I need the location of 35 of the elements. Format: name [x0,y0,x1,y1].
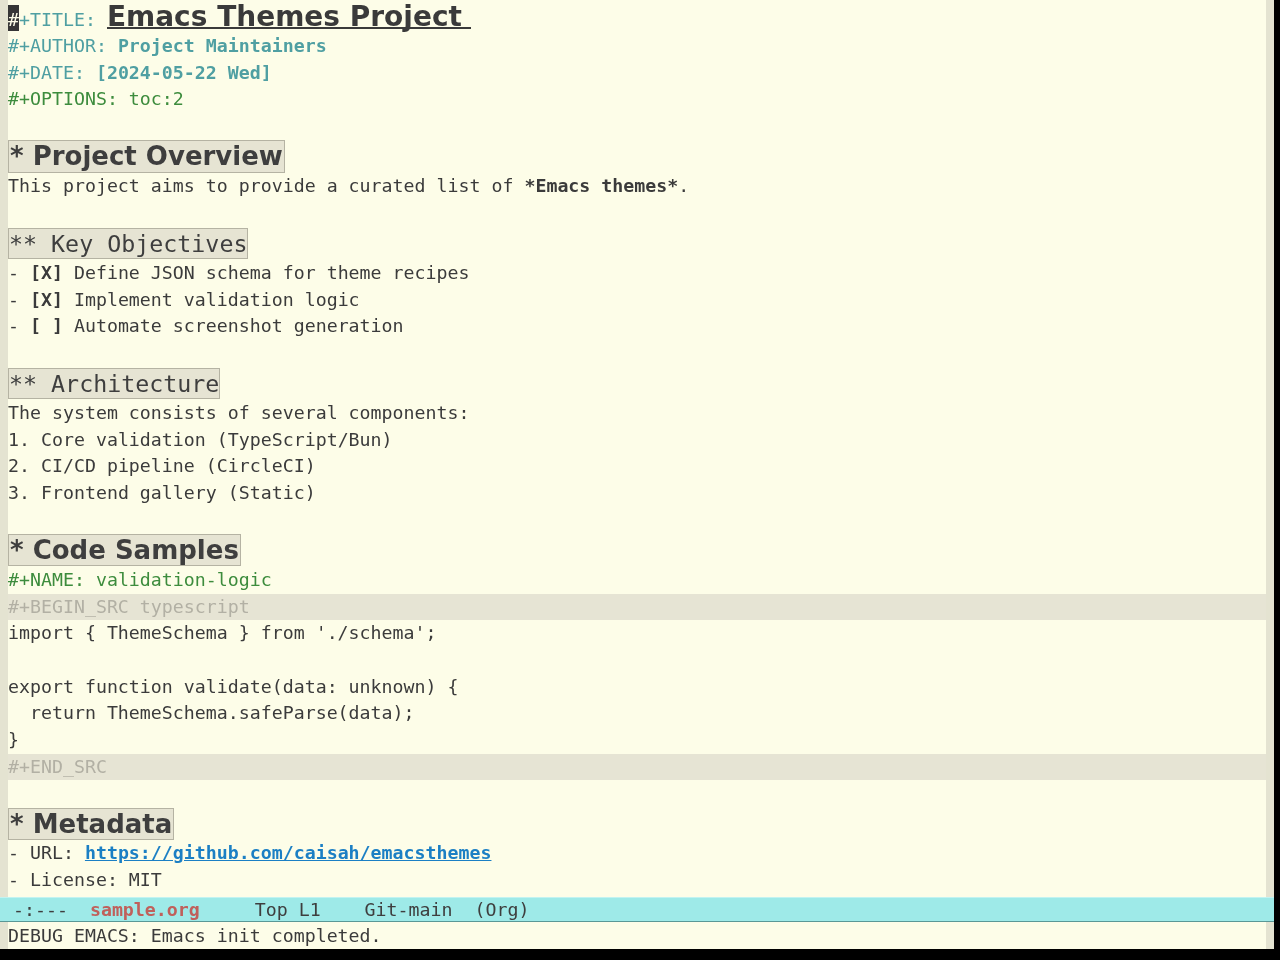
keyword-label: #+OPTIONS: [8,88,118,110]
major-mode[interactable]: (Org) [474,899,530,920]
list-item-text: 2. CI/CD pipeline (CircleCI) [8,455,316,477]
text-cursor: # [8,5,19,31]
keyword-value: Project Maintainers [117,35,327,56]
keyword-label: #+NAME: [8,568,85,590]
echo-area-message: DEBUG EMACS: Emacs init completed. [8,925,382,946]
keyword-label: #+DATE: [8,61,85,83]
heading: * Code Samples [8,534,241,567]
heading: * Project Overview [8,140,285,173]
paragraph-text: The system consists of several components: [8,402,470,424]
paragraph-text: This project aims to provide a curated list of *Emacs themes*. [8,175,690,197]
code-line: return ThemeSchema.safeParse(data); [28,702,415,724]
keyword-value: validation-logic [95,568,272,590]
code-line: } [8,729,19,750]
subheading: ** Architecture [8,367,221,400]
code-line: import { ThemeSchema } from './schema'; [8,622,437,644]
checklist-item: - [X] Implement validation logic [8,288,360,310]
cursor-position: Top L1 [254,899,321,920]
subheading: ** Key Objectives [8,227,249,259]
keyword-label: #+AUTHOR: [8,35,107,56]
list-item-text: - URL: [8,842,74,864]
keyword-label: +TITLE: [19,9,96,30]
checklist-item: - [ ] Automate screenshot generation [8,315,404,337]
heading: * Metadata [8,807,175,840]
code-line: export function validate(data: unknown) { [8,675,459,697]
keyword-value: toc:2 [128,88,184,110]
modified-status: -:--- [13,899,68,920]
checklist-item: - [X] Define JSON schema for theme recipes [8,261,470,283]
keyword-value: [2024-05-22 Wed] [95,61,272,83]
git-branch[interactable]: Git-main [364,899,453,920]
list-item-text: 1. Core validation (TypeScript/Bun) [8,428,393,450]
list-item-text: 3. Frontend gallery (Static) [8,482,316,504]
list-item-text: - License: MIT [8,869,162,891]
url-link[interactable]: https://github.com/caisah/emacsthemes [84,842,492,864]
